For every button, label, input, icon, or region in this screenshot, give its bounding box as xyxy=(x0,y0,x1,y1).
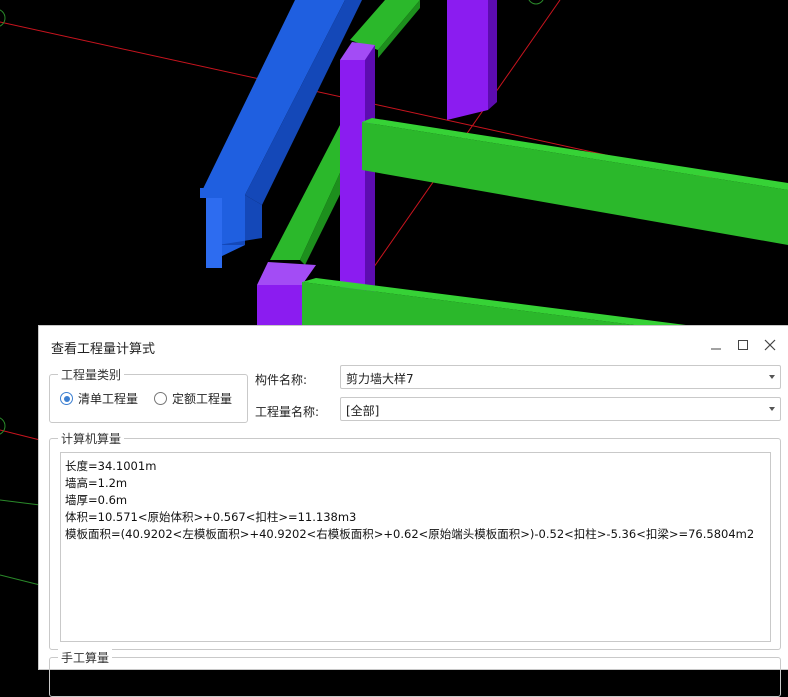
radio-selected-icon xyxy=(60,392,73,405)
component-name-value: 剪力墙大样7 xyxy=(346,372,414,386)
quantity-name-label: 工程量名称: xyxy=(255,405,320,419)
purple-column-right xyxy=(447,0,488,120)
maximize-icon[interactable] xyxy=(732,334,754,356)
component-name-label: 构件名称: xyxy=(255,373,308,387)
quantity-name-select[interactable]: [全部] xyxy=(340,397,781,421)
radio-quota-quantity-label: 定额工程量 xyxy=(172,392,233,406)
calc-line-volume: 体积=10.571<原始体积>+0.567<扣柱>=11.138m3 xyxy=(65,510,357,524)
calc-line-wall-thickness: 墙厚=0.6m xyxy=(65,493,128,507)
dialog-titlebar[interactable]: 查看工程量计算式 xyxy=(39,326,788,364)
manual-calc-group: 手工算量 xyxy=(49,649,781,697)
component-name-select[interactable]: 剪力墙大样7 xyxy=(340,365,781,389)
calc-formula-dialog: 查看工程量计算式 工程量类别 清单工程量 定额工程量 构件名称: 剪力墙大样7 … xyxy=(38,325,788,697)
minimize-icon[interactable] xyxy=(705,334,727,356)
computer-calc-legend: 计算机算量 xyxy=(58,430,125,447)
purple-column-bottom xyxy=(257,285,302,330)
radio-unselected-icon xyxy=(154,392,167,405)
chevron-down-icon xyxy=(769,375,775,379)
quantity-name-value: [全部] xyxy=(346,404,380,418)
radio-bill-quantity[interactable]: 清单工程量 xyxy=(60,390,138,407)
quantity-category-legend: 工程量类别 xyxy=(58,366,125,383)
calc-formula-textarea[interactable]: 长度=34.1001m 墙高=1.2m 墙厚=0.6m 体积=10.571<原始… xyxy=(60,452,771,642)
dialog-title: 查看工程量计算式 xyxy=(51,342,156,357)
radio-quota-quantity[interactable]: 定额工程量 xyxy=(154,390,232,407)
close-icon[interactable] xyxy=(759,334,781,356)
quantity-category-group: 工程量类别 清单工程量 定额工程量 xyxy=(49,366,248,423)
radio-bill-quantity-label: 清单工程量 xyxy=(78,392,139,406)
calc-line-formwork-area: 模板面积=(40.9202<左模板面积>+40.9202<右模板面积>+0.62… xyxy=(65,527,755,541)
computer-calc-group: 计算机算量 长度=34.1001m 墙高=1.2m 墙厚=0.6m 体积=10.… xyxy=(49,430,781,650)
calc-line-wall-height: 墙高=1.2m xyxy=(65,476,128,490)
calc-line-length: 长度=34.1001m xyxy=(65,459,157,473)
chevron-down-icon xyxy=(769,407,775,411)
